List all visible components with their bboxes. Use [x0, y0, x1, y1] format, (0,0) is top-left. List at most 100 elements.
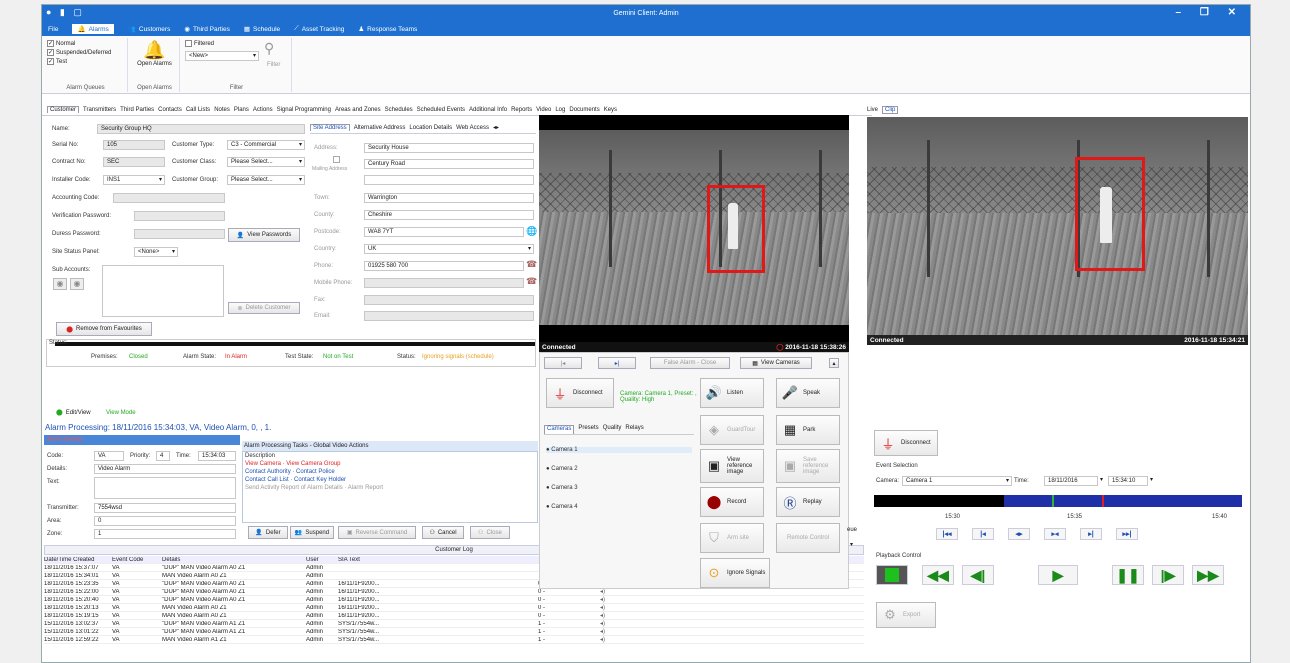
- details-field[interactable]: Video Alarm: [94, 464, 236, 474]
- tab-presets[interactable]: Presets: [578, 425, 598, 434]
- tab-live[interactable]: Live: [867, 107, 878, 113]
- quick-access-icons[interactable]: ● ▮ ▢: [46, 7, 85, 18]
- tab-additional-info[interactable]: Additional Info: [469, 107, 507, 113]
- timeline[interactable]: [874, 495, 1242, 507]
- reverse-command-button[interactable]: ▣ Reverse Command: [338, 526, 416, 539]
- ignore-signals-button[interactable]: ⊙ Ignore Signals: [700, 558, 770, 588]
- menu-response-teams[interactable]: ♟ Response Teams: [358, 25, 417, 34]
- tab-actions[interactable]: Actions: [253, 107, 273, 113]
- disconnect-button[interactable]: ⏚ Disconnect: [546, 378, 614, 408]
- menu-alarms[interactable]: 🔔 Alarms: [72, 24, 114, 34]
- tab-call-lists[interactable]: Call Lists: [186, 107, 210, 113]
- tab-notes[interactable]: Notes: [214, 107, 230, 113]
- contract-field[interactable]: SEC: [103, 157, 165, 167]
- time-field[interactable]: 15:34:03: [198, 451, 236, 461]
- mobile-icon[interactable]: ☎: [526, 276, 537, 287]
- tab-schedules[interactable]: Schedules: [385, 107, 413, 113]
- view-reference-button[interactable]: ▣ View reference image: [700, 449, 764, 483]
- jump-end-button[interactable]: ▸▸|: [1116, 528, 1138, 540]
- table-row[interactable]: 18/11/2016 15:22:00 VA "DUP" MAN Video Ala…: [44, 588, 864, 596]
- defer-button[interactable]: 👤 Defer: [248, 526, 288, 539]
- record-button[interactable]: ⬤ Record: [700, 487, 764, 517]
- tab-plans[interactable]: Plans: [234, 107, 249, 113]
- speaker-icon[interactable]: ◂): [600, 636, 620, 643]
- task-row[interactable]: Contact Authority · Contact Police: [245, 469, 335, 475]
- customer-type-select[interactable]: C3 - Commercial: [227, 140, 305, 150]
- next-frame-button[interactable]: ▸|: [598, 357, 636, 369]
- table-row[interactable]: 18/11/2016 15:20:40 VA "DUP" MAN Video Ala…: [44, 596, 864, 604]
- accounting-field[interactable]: [113, 193, 225, 203]
- log-col-code[interactable]: Event Code: [112, 557, 162, 563]
- log-col-sia[interactable]: SIA Text: [338, 557, 538, 563]
- tab-location-details[interactable]: Location Details: [409, 125, 452, 131]
- step-forward-button[interactable]: |▶: [1152, 565, 1184, 585]
- tab-third-parties[interactable]: Third Parties: [120, 107, 154, 113]
- camera-list-item[interactable]: ● Camera 2: [546, 466, 578, 472]
- remove-favourites-button[interactable]: ⬤ Remove from Favourites: [56, 322, 152, 336]
- queue-dropdown-icon[interactable]: ▾: [850, 541, 853, 548]
- mailing-checkbox[interactable]: [333, 156, 340, 163]
- customer-group-select[interactable]: Please Select...: [227, 175, 305, 185]
- speaker-icon[interactable]: ◂): [600, 604, 620, 611]
- sub-remove-icon[interactable]: ◉: [70, 278, 84, 290]
- tab-log[interactable]: Log: [555, 107, 565, 113]
- center-button[interactable]: ◂▸: [1008, 528, 1030, 540]
- phone-field[interactable]: 01925 580 700: [364, 261, 524, 271]
- open-alarms-button[interactable]: Open Alarms: [130, 61, 179, 67]
- area-field[interactable]: 0: [94, 516, 236, 526]
- window-controls[interactable]: – ❐ ✕: [1176, 7, 1244, 18]
- guard-tour-button[interactable]: ◈ GuardTour: [700, 415, 764, 445]
- tab-clip[interactable]: Clip: [882, 106, 899, 114]
- installer-select[interactable]: INS1: [103, 175, 165, 185]
- queue-normal-checkbox[interactable]: ✓ Normal: [47, 40, 127, 47]
- task-row[interactable]: View Camera · View Camera Group: [245, 461, 341, 467]
- table-row[interactable]: 18/11/2016 15:19:15 VA MAN Video Alarm A0 …: [44, 612, 864, 620]
- view-passwords-button[interactable]: 👤 View Passwords: [228, 228, 300, 242]
- site-status-select[interactable]: <None>: [134, 247, 178, 257]
- suspend-button[interactable]: 👥 Suspend: [290, 526, 334, 539]
- speaker-icon[interactable]: ◂): [600, 596, 620, 603]
- tab-quality[interactable]: Quality: [603, 425, 622, 434]
- sub-add-icon[interactable]: ◉: [53, 278, 67, 290]
- duress-field[interactable]: [134, 229, 225, 239]
- priority-field[interactable]: 4: [156, 451, 170, 461]
- mobile-field[interactable]: [364, 278, 524, 288]
- tab-scheduled-events[interactable]: Scheduled Events: [417, 107, 465, 113]
- menu-asset-tracking[interactable]: ⟋ Asset Tracking: [294, 25, 344, 33]
- date-dropdown-icon[interactable]: ▾: [1100, 476, 1103, 483]
- tab-relays[interactable]: Relays: [625, 425, 643, 434]
- speaker-icon[interactable]: ◂): [600, 628, 620, 635]
- pause-button[interactable]: ❚❚: [1112, 565, 1144, 585]
- fax-field[interactable]: [364, 295, 534, 305]
- log-col-details[interactable]: Details: [162, 557, 306, 563]
- false-alarm-close-button[interactable]: False Alarm - Close: [650, 357, 730, 369]
- log-col-date[interactable]: Date/Time Created: [44, 557, 112, 563]
- zone-field[interactable]: 1: [94, 529, 236, 539]
- address1-field[interactable]: Security House: [364, 143, 534, 153]
- filter-select[interactable]: <New>: [185, 51, 259, 61]
- tab-signal-programming[interactable]: Signal Programming: [277, 107, 331, 113]
- email-field[interactable]: [364, 311, 534, 321]
- transmitter-field[interactable]: 7554wsd: [94, 503, 236, 513]
- task-row[interactable]: Send Activity Report of Alarm Details · …: [245, 485, 383, 491]
- tab-video[interactable]: Video: [536, 107, 551, 113]
- arm-site-button[interactable]: ⛉ Arm site: [700, 523, 764, 553]
- live-video[interactable]: Connected ◯ 2016-11-18 15:38:26: [539, 115, 849, 352]
- cancel-button[interactable]: ⚇ Cancel: [422, 526, 464, 539]
- prev-event-button[interactable]: |◂: [972, 528, 994, 540]
- tab-reports[interactable]: Reports: [511, 107, 532, 113]
- view-cameras-button[interactable]: ▦ View Cameras: [740, 357, 812, 369]
- address3-field[interactable]: [364, 175, 534, 185]
- close-button[interactable]: ⚇ Close: [470, 526, 510, 539]
- next-event-button[interactable]: ▸|: [1080, 528, 1102, 540]
- globe-icon[interactable]: 🌐: [526, 226, 537, 237]
- tab-site-address[interactable]: Site Address: [310, 124, 350, 131]
- tabs-scroll-icon[interactable]: ◂▸: [493, 124, 499, 131]
- edit-view-toggle[interactable]: ⬤ Edit/View: [56, 409, 91, 417]
- tab-areas-zones[interactable]: Areas and Zones: [335, 107, 381, 113]
- tab-keys[interactable]: Keys: [604, 107, 617, 113]
- sub-accounts-list[interactable]: [102, 265, 224, 317]
- tab-transmitters[interactable]: Transmitters: [83, 107, 116, 113]
- tab-alt-address[interactable]: Alternative Address: [354, 125, 406, 131]
- clip-camera-select[interactable]: Camera 1: [902, 476, 1012, 486]
